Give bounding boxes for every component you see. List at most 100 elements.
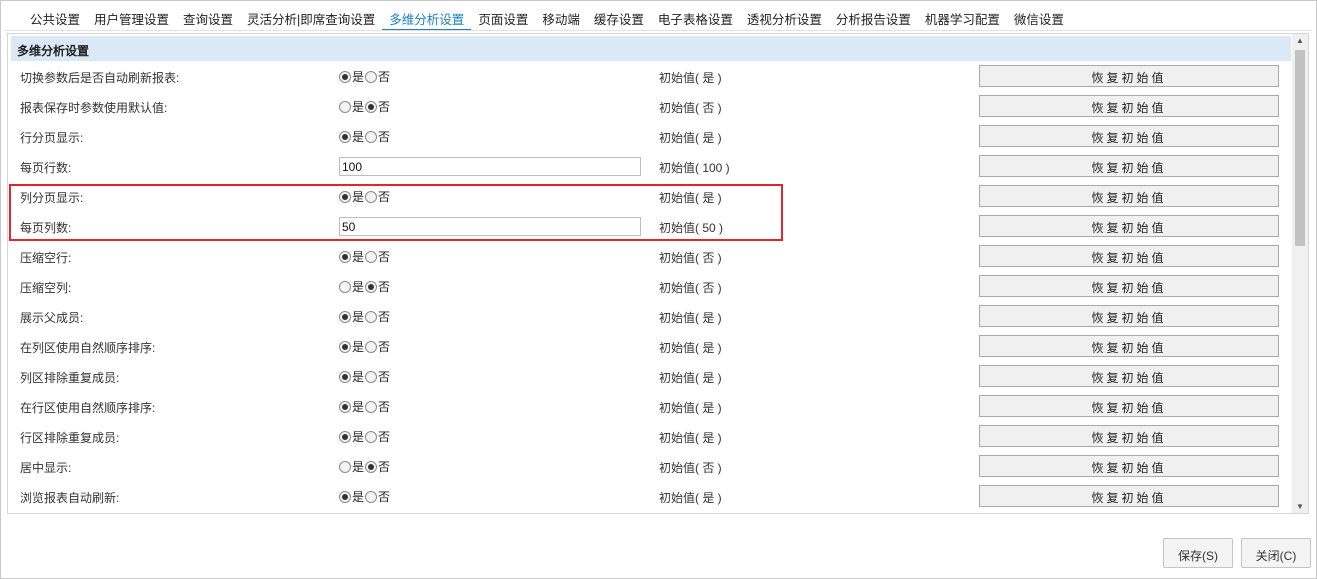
restore-default-button[interactable]: 恢复初始值 bbox=[979, 155, 1279, 177]
yes-radio[interactable] bbox=[339, 250, 351, 263]
restore-default-button[interactable]: 恢复初始值 bbox=[979, 95, 1279, 117]
yes-radio[interactable] bbox=[339, 280, 351, 293]
no-label[interactable]: 否 bbox=[378, 368, 390, 385]
close-button[interactable]: 关闭(C) bbox=[1241, 538, 1311, 568]
setting-input[interactable] bbox=[339, 217, 641, 236]
setting-row: 每页行数: 初始值( 100 ) 恢复初始值 bbox=[8, 152, 1293, 182]
save-button[interactable]: 保存(S) bbox=[1163, 538, 1233, 568]
setting-row: 在行区使用自然顺序排序: 是否 初始值( 是 ) 恢复初始值 bbox=[8, 392, 1293, 422]
no-radio[interactable] bbox=[365, 340, 378, 353]
no-label[interactable]: 否 bbox=[378, 428, 390, 445]
yes-label[interactable]: 是 bbox=[352, 338, 364, 355]
tab-4[interactable]: 多维分析设置 bbox=[382, 5, 472, 31]
tab-0[interactable]: 公共设置 bbox=[23, 5, 87, 31]
restore-default-button[interactable]: 恢复初始值 bbox=[979, 335, 1279, 357]
setting-row: 报表保存时参数使用默认值: 是否 初始值( 否 ) 恢复初始值 bbox=[8, 92, 1293, 122]
tab-10[interactable]: 分析报告设置 bbox=[829, 5, 918, 31]
yes-radio[interactable] bbox=[339, 400, 351, 413]
setting-label: 压缩空列: bbox=[20, 281, 72, 295]
no-radio[interactable] bbox=[365, 430, 378, 443]
tab-3[interactable]: 灵活分析|即席查询设置 bbox=[240, 5, 382, 31]
tab-5[interactable]: 页面设置 bbox=[471, 5, 535, 31]
yes-label[interactable]: 是 bbox=[352, 428, 364, 445]
setting-row: 每页列数: 初始值( 50 ) 恢复初始值 bbox=[8, 212, 1293, 242]
no-label[interactable]: 否 bbox=[378, 248, 390, 265]
initial-value-text: 初始值( 是 ) bbox=[659, 371, 722, 385]
yes-label[interactable]: 是 bbox=[352, 368, 364, 385]
no-radio[interactable] bbox=[365, 190, 378, 203]
tab-2[interactable]: 查询设置 bbox=[176, 5, 240, 31]
yes-radio[interactable] bbox=[339, 100, 351, 113]
tab-6[interactable]: 移动端 bbox=[535, 5, 587, 31]
no-label[interactable]: 否 bbox=[378, 188, 390, 205]
no-label[interactable]: 否 bbox=[378, 308, 390, 325]
yes-label[interactable]: 是 bbox=[352, 98, 364, 115]
no-label[interactable]: 否 bbox=[378, 338, 390, 355]
no-label[interactable]: 否 bbox=[378, 98, 390, 115]
no-radio[interactable] bbox=[365, 490, 378, 503]
yes-radio[interactable] bbox=[339, 310, 351, 323]
tab-9[interactable]: 透视分析设置 bbox=[740, 5, 829, 31]
restore-default-button[interactable]: 恢复初始值 bbox=[979, 65, 1279, 87]
restore-default-button[interactable]: 恢复初始值 bbox=[979, 425, 1279, 447]
no-radio[interactable] bbox=[365, 250, 378, 263]
yes-label[interactable]: 是 bbox=[352, 458, 364, 475]
tab-7[interactable]: 缓存设置 bbox=[587, 5, 651, 31]
setting-row: 列区排除重复成员: 是否 初始值( 是 ) 恢复初始值 bbox=[8, 362, 1293, 392]
tab-12[interactable]: 微信设置 bbox=[1007, 5, 1071, 31]
tab-1[interactable]: 用户管理设置 bbox=[87, 5, 176, 31]
scroll-up-icon[interactable]: ▲ bbox=[1296, 36, 1304, 45]
yes-label[interactable]: 是 bbox=[352, 68, 364, 85]
restore-default-button[interactable]: 恢复初始值 bbox=[979, 185, 1279, 207]
no-label[interactable]: 否 bbox=[378, 128, 390, 145]
yes-radio[interactable] bbox=[339, 430, 351, 443]
radio-group: 是否 bbox=[339, 398, 391, 415]
scroll-down-icon[interactable]: ▼ bbox=[1296, 502, 1304, 511]
no-radio[interactable] bbox=[365, 460, 378, 473]
no-label[interactable]: 否 bbox=[378, 458, 390, 475]
no-label[interactable]: 否 bbox=[378, 68, 390, 85]
initial-value-text: 初始值( 是 ) bbox=[659, 341, 722, 355]
restore-default-button[interactable]: 恢复初始值 bbox=[979, 275, 1279, 297]
no-radio[interactable] bbox=[365, 310, 378, 323]
restore-default-button[interactable]: 恢复初始值 bbox=[979, 455, 1279, 477]
setting-input[interactable] bbox=[339, 157, 641, 176]
scrollbar-thumb[interactable] bbox=[1295, 50, 1305, 246]
no-radio[interactable] bbox=[365, 70, 378, 83]
yes-radio[interactable] bbox=[339, 190, 351, 203]
yes-radio[interactable] bbox=[339, 460, 351, 473]
radio-group: 是否 bbox=[339, 278, 391, 295]
yes-label[interactable]: 是 bbox=[352, 488, 364, 505]
yes-label[interactable]: 是 bbox=[352, 128, 364, 145]
tab-11[interactable]: 机器学习配置 bbox=[918, 5, 1007, 31]
no-label[interactable]: 否 bbox=[378, 398, 390, 415]
yes-radio[interactable] bbox=[339, 70, 351, 83]
no-radio[interactable] bbox=[365, 400, 378, 413]
restore-default-button[interactable]: 恢复初始值 bbox=[979, 215, 1279, 237]
vertical-scrollbar[interactable]: ▲ ▼ bbox=[1292, 34, 1308, 513]
yes-radio[interactable] bbox=[339, 370, 351, 383]
yes-radio[interactable] bbox=[339, 340, 351, 353]
setting-label: 在列区使用自然顺序排序: bbox=[20, 341, 156, 355]
no-radio[interactable] bbox=[365, 280, 378, 293]
no-label[interactable]: 否 bbox=[378, 488, 390, 505]
no-radio[interactable] bbox=[365, 130, 378, 143]
yes-label[interactable]: 是 bbox=[352, 188, 364, 205]
yes-radio[interactable] bbox=[339, 490, 351, 503]
yes-radio[interactable] bbox=[339, 130, 351, 143]
yes-label[interactable]: 是 bbox=[352, 308, 364, 325]
restore-default-button[interactable]: 恢复初始值 bbox=[979, 395, 1279, 417]
no-label[interactable]: 否 bbox=[378, 278, 390, 295]
restore-default-button[interactable]: 恢复初始值 bbox=[979, 485, 1279, 507]
restore-default-button[interactable]: 恢复初始值 bbox=[979, 245, 1279, 267]
yes-label[interactable]: 是 bbox=[352, 248, 364, 265]
restore-default-button[interactable]: 恢复初始值 bbox=[979, 305, 1279, 327]
setting-label: 切换参数后是否自动刷新报表: bbox=[20, 71, 180, 85]
tab-8[interactable]: 电子表格设置 bbox=[651, 5, 740, 31]
yes-label[interactable]: 是 bbox=[352, 398, 364, 415]
yes-label[interactable]: 是 bbox=[352, 278, 364, 295]
no-radio[interactable] bbox=[365, 370, 378, 383]
no-radio[interactable] bbox=[365, 100, 378, 113]
restore-default-button[interactable]: 恢复初始值 bbox=[979, 125, 1279, 147]
restore-default-button[interactable]: 恢复初始值 bbox=[979, 365, 1279, 387]
